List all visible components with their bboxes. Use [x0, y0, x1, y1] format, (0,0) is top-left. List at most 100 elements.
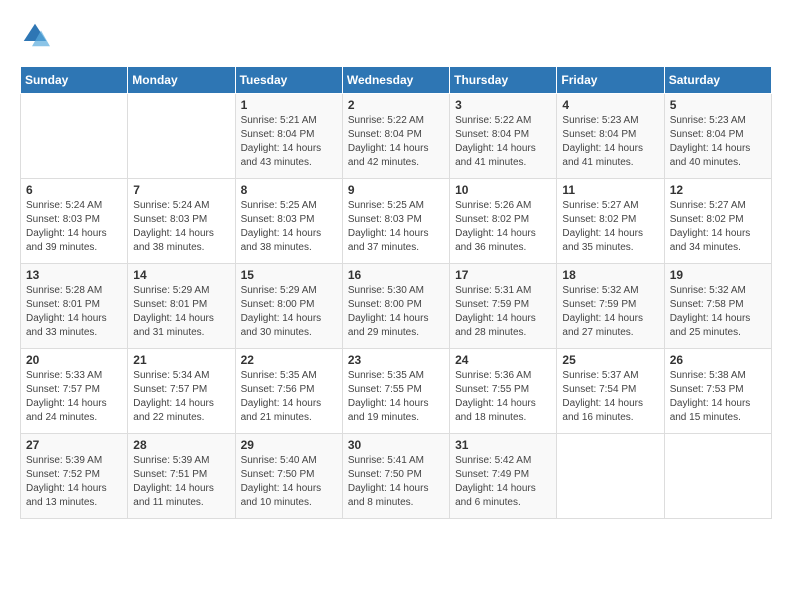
day-number: 18	[562, 268, 658, 282]
day-number: 24	[455, 353, 551, 367]
calendar-week-1: 1 Sunrise: 5:21 AM Sunset: 8:04 PM Daylig…	[21, 94, 772, 179]
calendar-cell: 4Sunrise: 5:23 AM Sunset: 8:04 PM Daylig…	[557, 94, 664, 179]
logo-icon	[20, 20, 50, 50]
day-info: Sunrise: 5:39 AM Sunset: 7:51 PM Dayligh…	[133, 454, 229, 510]
day-info: Sunrise: 5:25 AM Sunset: 8:03 PM Dayligh…	[348, 199, 444, 255]
day-info: Sunrise: 5:38 AM Sunset: 7:53 PM Dayligh…	[670, 369, 766, 425]
day-number: 22	[241, 353, 337, 367]
day-info: Sunrise: 5:42 AM Sunset: 7:49 PM Dayligh…	[455, 454, 551, 510]
day-number: 28	[133, 438, 229, 452]
calendar-cell: 26 Sunrise: 5:38 AM Sunset: 7:53 PM Dayli…	[664, 349, 771, 434]
day-number: 11	[562, 183, 658, 197]
day-number: 31	[455, 438, 551, 452]
day-number: 26	[670, 353, 766, 367]
day-info: Sunrise: 5:37 AM Sunset: 7:54 PM Dayligh…	[562, 369, 658, 425]
calendar-cell	[128, 94, 235, 179]
day-info: Sunrise: 5:39 AM Sunset: 7:52 PM Dayligh…	[26, 454, 122, 510]
header-thursday: Thursday	[450, 67, 557, 94]
day-number: 13	[26, 268, 122, 282]
day-number: 6	[26, 183, 122, 197]
calendar-table: SundayMondayTuesdayWednesdayThursdayFrid…	[20, 66, 772, 519]
calendar-cell: 13 Sunrise: 5:28 AM Sunset: 8:01 PM Dayli…	[21, 264, 128, 349]
day-info: Sunrise: 5:23 AM Sunset: 8:04 PM Dayligh…	[670, 114, 766, 170]
calendar-cell: 23 Sunrise: 5:35 AM Sunset: 7:55 PM Dayli…	[342, 349, 449, 434]
calendar-cell: 19 Sunrise: 5:32 AM Sunset: 7:58 PM Dayli…	[664, 264, 771, 349]
day-number: 3	[455, 98, 551, 112]
calendar-cell: 21 Sunrise: 5:34 AM Sunset: 7:57 PM Dayli…	[128, 349, 235, 434]
day-info: Sunrise: 5:21 AM Sunset: 8:04 PM Dayligh…	[241, 114, 337, 170]
day-number: 16	[348, 268, 444, 282]
day-info: Sunrise: 5:28 AM Sunset: 8:01 PM Dayligh…	[26, 284, 122, 340]
header-sunday: Sunday	[21, 67, 128, 94]
day-number: 19	[670, 268, 766, 282]
day-info: Sunrise: 5:25 AM Sunset: 8:03 PM Dayligh…	[241, 199, 337, 255]
calendar-cell: 20 Sunrise: 5:33 AM Sunset: 7:57 PM Dayli…	[21, 349, 128, 434]
calendar-cell: 3Sunrise: 5:22 AM Sunset: 8:04 PM Daylig…	[450, 94, 557, 179]
day-number: 17	[455, 268, 551, 282]
calendar-cell: 7 Sunrise: 5:24 AM Sunset: 8:03 PM Daylig…	[128, 179, 235, 264]
day-number: 4	[562, 98, 658, 112]
day-number: 5	[670, 98, 766, 112]
calendar-cell: 24 Sunrise: 5:36 AM Sunset: 7:55 PM Dayli…	[450, 349, 557, 434]
calendar-week-5: 27 Sunrise: 5:39 AM Sunset: 7:52 PM Dayli…	[21, 434, 772, 519]
day-info: Sunrise: 5:22 AM Sunset: 8:04 PM Dayligh…	[348, 114, 444, 170]
day-info: Sunrise: 5:34 AM Sunset: 7:57 PM Dayligh…	[133, 369, 229, 425]
calendar-week-3: 13 Sunrise: 5:28 AM Sunset: 8:01 PM Dayli…	[21, 264, 772, 349]
calendar-cell: 12 Sunrise: 5:27 AM Sunset: 8:02 PM Dayli…	[664, 179, 771, 264]
day-info: Sunrise: 5:27 AM Sunset: 8:02 PM Dayligh…	[670, 199, 766, 255]
calendar-cell	[557, 434, 664, 519]
header-wednesday: Wednesday	[342, 67, 449, 94]
day-number: 23	[348, 353, 444, 367]
day-info: Sunrise: 5:35 AM Sunset: 7:55 PM Dayligh…	[348, 369, 444, 425]
calendar-cell: 8Sunrise: 5:25 AM Sunset: 8:03 PM Daylig…	[235, 179, 342, 264]
day-number: 27	[26, 438, 122, 452]
day-info: Sunrise: 5:24 AM Sunset: 8:03 PM Dayligh…	[133, 199, 229, 255]
day-info: Sunrise: 5:27 AM Sunset: 8:02 PM Dayligh…	[562, 199, 658, 255]
day-number: 1	[241, 98, 337, 112]
day-number: 20	[26, 353, 122, 367]
calendar-cell: 16 Sunrise: 5:30 AM Sunset: 8:00 PM Dayli…	[342, 264, 449, 349]
calendar-cell: 2Sunrise: 5:22 AM Sunset: 8:04 PM Daylig…	[342, 94, 449, 179]
day-info: Sunrise: 5:41 AM Sunset: 7:50 PM Dayligh…	[348, 454, 444, 510]
page-header	[20, 20, 772, 50]
calendar-cell	[21, 94, 128, 179]
day-info: Sunrise: 5:35 AM Sunset: 7:56 PM Dayligh…	[241, 369, 337, 425]
day-number: 7	[133, 183, 229, 197]
calendar-cell: 18 Sunrise: 5:32 AM Sunset: 7:59 PM Dayli…	[557, 264, 664, 349]
day-number: 30	[348, 438, 444, 452]
day-number: 25	[562, 353, 658, 367]
calendar-cell: 9 Sunrise: 5:25 AM Sunset: 8:03 PM Daylig…	[342, 179, 449, 264]
day-number: 9	[348, 183, 444, 197]
day-info: Sunrise: 5:29 AM Sunset: 8:01 PM Dayligh…	[133, 284, 229, 340]
calendar-cell: 31 Sunrise: 5:42 AM Sunset: 7:49 PM Dayli…	[450, 434, 557, 519]
header-monday: Monday	[128, 67, 235, 94]
day-info: Sunrise: 5:24 AM Sunset: 8:03 PM Dayligh…	[26, 199, 122, 255]
calendar-cell: 1 Sunrise: 5:21 AM Sunset: 8:04 PM Daylig…	[235, 94, 342, 179]
day-info: Sunrise: 5:29 AM Sunset: 8:00 PM Dayligh…	[241, 284, 337, 340]
day-info: Sunrise: 5:36 AM Sunset: 7:55 PM Dayligh…	[455, 369, 551, 425]
day-number: 14	[133, 268, 229, 282]
calendar-cell: 22 Sunrise: 5:35 AM Sunset: 7:56 PM Dayli…	[235, 349, 342, 434]
logo	[20, 20, 54, 50]
calendar-cell: 14 Sunrise: 5:29 AM Sunset: 8:01 PM Dayli…	[128, 264, 235, 349]
day-info: Sunrise: 5:32 AM Sunset: 7:58 PM Dayligh…	[670, 284, 766, 340]
calendar-cell: 11 Sunrise: 5:27 AM Sunset: 8:02 PM Dayli…	[557, 179, 664, 264]
calendar-cell: 15 Sunrise: 5:29 AM Sunset: 8:00 PM Dayli…	[235, 264, 342, 349]
calendar-cell	[664, 434, 771, 519]
day-info: Sunrise: 5:31 AM Sunset: 7:59 PM Dayligh…	[455, 284, 551, 340]
day-number: 21	[133, 353, 229, 367]
calendar-cell: 28 Sunrise: 5:39 AM Sunset: 7:51 PM Dayli…	[128, 434, 235, 519]
calendar-cell: 27 Sunrise: 5:39 AM Sunset: 7:52 PM Dayli…	[21, 434, 128, 519]
header-saturday: Saturday	[664, 67, 771, 94]
calendar-cell: 6 Sunrise: 5:24 AM Sunset: 8:03 PM Daylig…	[21, 179, 128, 264]
day-info: Sunrise: 5:32 AM Sunset: 7:59 PM Dayligh…	[562, 284, 658, 340]
day-info: Sunrise: 5:40 AM Sunset: 7:50 PM Dayligh…	[241, 454, 337, 510]
day-number: 15	[241, 268, 337, 282]
day-info: Sunrise: 5:33 AM Sunset: 7:57 PM Dayligh…	[26, 369, 122, 425]
day-number: 10	[455, 183, 551, 197]
header-tuesday: Tuesday	[235, 67, 342, 94]
calendar-cell: 30 Sunrise: 5:41 AM Sunset: 7:50 PM Dayli…	[342, 434, 449, 519]
day-number: 12	[670, 183, 766, 197]
day-info: Sunrise: 5:30 AM Sunset: 8:00 PM Dayligh…	[348, 284, 444, 340]
calendar-cell: 17 Sunrise: 5:31 AM Sunset: 7:59 PM Dayli…	[450, 264, 557, 349]
